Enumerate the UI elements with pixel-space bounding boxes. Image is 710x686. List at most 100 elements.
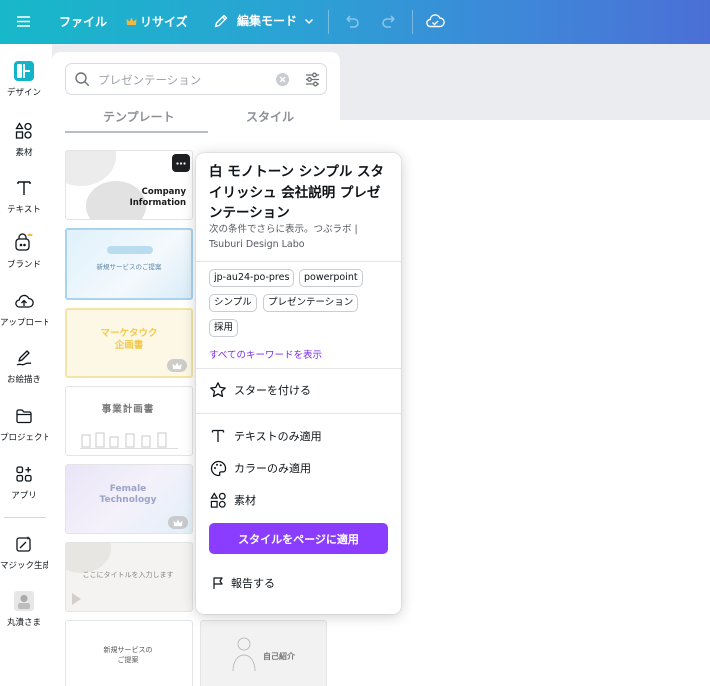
keyword-tag[interactable]: jp-au24-po-pres: [209, 269, 295, 287]
divider: [196, 413, 401, 414]
magic-icon: [13, 533, 35, 555]
elements-button[interactable]: 素材: [208, 490, 256, 510]
keyword-tag[interactable]: プレゼンテーション: [263, 294, 359, 312]
hamburger-icon: [17, 16, 30, 27]
template-thumbnail[interactable]: 事業計画書: [65, 386, 193, 456]
rail-item-design[interactable]: デザイン: [0, 60, 48, 98]
thumb-title: ご提案: [117, 656, 139, 664]
crown-icon: [173, 518, 183, 526]
rail-item-account[interactable]: 丸潰さま: [0, 590, 48, 628]
template-thumbnail[interactable]: Female Technology: [65, 464, 193, 534]
apply-text-only-button[interactable]: テキストのみ適用: [208, 426, 322, 446]
design-icon: [13, 60, 35, 82]
rail-item-projects[interactable]: プロジェクト: [0, 405, 48, 443]
undo-button[interactable]: [343, 12, 361, 30]
menu-button[interactable]: [15, 13, 32, 30]
cloud-check-icon: [426, 14, 445, 28]
elements-label: 素材: [234, 494, 256, 507]
upload-icon: [13, 290, 35, 312]
rail-label: デザイン: [6, 88, 41, 98]
rail-item-draw[interactable]: お絵描き: [0, 347, 48, 385]
show-all-keywords-link[interactable]: すべてのキーワードを表示: [209, 347, 322, 361]
rail-label: ブランド: [6, 260, 41, 270]
close-icon: [279, 76, 286, 83]
top-bar: ファイル リサイズ 編集モード: [0, 0, 710, 44]
text-icon: [208, 426, 228, 446]
active-tab-indicator: [65, 131, 208, 133]
thumb-title: 事業計画書: [101, 404, 155, 415]
thumb-title: Information: [129, 198, 186, 208]
thumb-title: 新規サービスの: [103, 646, 153, 654]
thumb-title: Technology: [99, 495, 157, 505]
template-thumbnail[interactable]: 新規サービスの ご提案: [65, 620, 193, 686]
text-icon: [13, 177, 35, 199]
apply-color-only-button[interactable]: カラーのみ適用: [208, 458, 311, 478]
crown-icon: [172, 361, 182, 369]
report-label: 報告する: [231, 577, 275, 590]
template-thumbnail[interactable]: ここにタイトルを入力します: [65, 542, 193, 612]
clear-search-button[interactable]: [276, 73, 289, 86]
star-icon: [208, 380, 228, 400]
undo-icon: [346, 15, 359, 28]
redo-button[interactable]: [380, 12, 398, 30]
tab-templates[interactable]: テンプレート: [103, 108, 175, 125]
play-icon: [72, 593, 81, 605]
rail-label: アプリ: [11, 491, 37, 501]
rail-item-elements[interactable]: 素材: [0, 120, 48, 158]
rail-item-apps[interactable]: アプリ: [0, 463, 48, 501]
rail-divider: [4, 517, 46, 518]
star-button[interactable]: スターを付ける: [208, 380, 311, 400]
template-thumbnail[interactable]: マーケタウク 企画書: [65, 308, 193, 378]
elements-icon: [208, 490, 228, 510]
chevron-down-icon: [304, 18, 314, 24]
search-input[interactable]: プレゼンテーション: [98, 72, 201, 88]
template-thumbnail[interactable]: Company Information: [65, 150, 193, 220]
rail-item-upload[interactable]: アップロード: [0, 290, 48, 328]
rail-label: テキスト: [7, 205, 41, 215]
resize-button[interactable]: リサイズ: [126, 13, 188, 30]
elements-icon: [13, 120, 35, 142]
keyword-tag[interactable]: 採用: [209, 319, 239, 337]
search-box[interactable]: プレゼンテーション: [65, 63, 327, 95]
file-menu[interactable]: ファイル: [59, 13, 107, 30]
keyword-tag[interactable]: シンプル: [209, 294, 257, 312]
rail-item-magic[interactable]: マジック生成: [0, 533, 48, 571]
apply-style-button[interactable]: スタイルをページに適用: [209, 523, 388, 554]
flag-icon: [208, 573, 228, 593]
premium-badge: [168, 516, 188, 529]
tab-styles[interactable]: スタイル: [246, 108, 294, 125]
edit-mode-dropdown[interactable]: 編集モード: [213, 12, 315, 29]
thumb-title: Company: [141, 187, 186, 197]
template-thumbnail[interactable]: 自己紹介: [200, 620, 327, 686]
left-rail: デザイン 素材 テキスト ブランド アップロード お絵描き プロジェクト アプリ…: [0, 44, 52, 686]
template-details-popover: 白 モノトーン シンプル スタイリッシュ 会社説明 プレゼンテーション 次の条件…: [196, 153, 401, 614]
rail-item-text[interactable]: テキスト: [0, 177, 48, 215]
thumb-title: ここにタイトルを入力します: [82, 571, 174, 579]
crown-icon: [126, 17, 137, 25]
thumb-title: マーケタウク: [100, 328, 158, 339]
more-options-button[interactable]: [172, 154, 190, 172]
divider: [196, 261, 401, 262]
folder-icon: [13, 405, 35, 427]
ellipsis-icon: [176, 161, 186, 165]
template-author[interactable]: 次の条件でさらに表示。つぶラボ | Tsuburi Design Labo: [209, 222, 389, 252]
brand-icon: [13, 232, 35, 254]
redo-icon: [382, 15, 395, 28]
report-button[interactable]: 報告する: [208, 573, 275, 593]
filter-sliders-icon: [306, 72, 319, 87]
palette-icon: [208, 458, 228, 478]
divider: [196, 368, 401, 369]
template-thumbnail[interactable]: 新規サービスのご提案: [65, 228, 193, 300]
keyword-tag[interactable]: powerpoint: [299, 269, 363, 287]
rail-label: お絵描き: [6, 375, 41, 385]
rail-item-brand[interactable]: ブランド: [0, 232, 48, 270]
template-title: 白 モノトーン シンプル スタイリッシュ 会社説明 プレゼンテーション: [209, 164, 385, 221]
thumb-title: 企画書: [114, 340, 144, 351]
star-label: スターを付ける: [234, 384, 311, 397]
avatar-icon: [13, 590, 35, 612]
save-status-button[interactable]: [425, 11, 445, 31]
filter-button[interactable]: [304, 71, 321, 92]
apps-icon: [13, 463, 35, 485]
rail-label: アップロード: [0, 318, 48, 328]
rail-label: プロジェクト: [0, 433, 48, 443]
